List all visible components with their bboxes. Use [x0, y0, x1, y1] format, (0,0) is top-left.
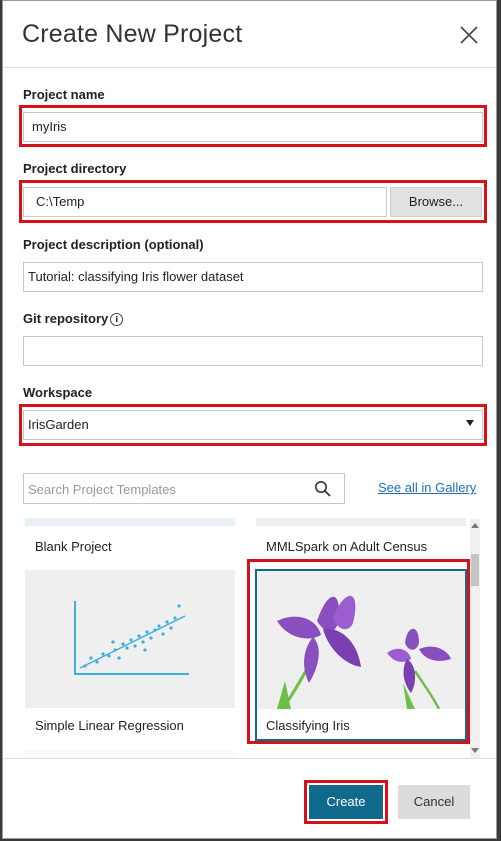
scroll-down-icon[interactable] [471, 748, 479, 754]
project-description-input[interactable]: Tutorial: classifying Iris flower datase… [23, 262, 483, 292]
project-directory-label: Project directory [23, 161, 127, 176]
template-label: Simple Linear Regression [35, 718, 184, 733]
close-icon[interactable] [457, 23, 481, 47]
template-card-simple-linear-regression[interactable]: Simple Linear Regression [25, 570, 235, 742]
dropdown-arrow-icon [466, 420, 474, 426]
dialog-title: Create New Project [22, 20, 243, 48]
template-search-placeholder: Search Project Templates [28, 482, 176, 497]
browse-button[interactable]: Browse... [390, 187, 482, 217]
template-thumbnail [256, 518, 466, 526]
template-card-partial [256, 750, 466, 758]
git-repository-input[interactable] [23, 336, 483, 366]
create-button[interactable]: Create [309, 785, 383, 819]
template-thumbnail [25, 518, 235, 526]
cancel-button[interactable]: Cancel [398, 785, 470, 819]
template-list: Blank Project MMLSpark on Adult Census S… [21, 518, 481, 758]
project-description-label: Project description (optional) [23, 237, 204, 252]
template-label: Blank Project [35, 539, 112, 554]
regression-thumbnail [25, 570, 235, 708]
search-icon[interactable] [314, 480, 332, 498]
footer-divider [3, 758, 496, 759]
project-name-label: Project name [23, 87, 105, 102]
template-card-classifying-iris[interactable]: Classifying Iris [255, 569, 467, 741]
see-all-in-gallery-link[interactable]: See all in Gallery [378, 480, 476, 495]
workspace-label: Workspace [23, 385, 93, 400]
project-directory-input[interactable]: C:\Temp [23, 187, 387, 217]
workspace-selected-value: IrisGarden [28, 417, 89, 432]
template-card-partial [25, 750, 235, 758]
workspace-select[interactable]: IrisGarden [23, 410, 483, 440]
template-scrollbar[interactable] [470, 519, 480, 759]
git-repository-label: Git repository i [23, 311, 124, 326]
iris-thumbnail [257, 571, 465, 709]
project-name-input[interactable]: myIris [23, 112, 483, 142]
template-search-input[interactable]: Search Project Templates [23, 473, 345, 504]
template-card-mmlspark[interactable]: MMLSpark on Adult Census [256, 518, 466, 563]
scroll-up-icon[interactable] [471, 522, 479, 528]
git-repository-label-text: Git repository [23, 311, 109, 326]
template-card-blank-project[interactable]: Blank Project [25, 518, 235, 563]
create-project-dialog: Create New Project Project name myIris P… [2, 0, 497, 839]
template-label: MMLSpark on Adult Census [266, 539, 428, 554]
scroll-thumb[interactable] [471, 554, 479, 586]
header-divider [3, 67, 496, 68]
info-icon[interactable]: i [110, 313, 124, 326]
template-label: Classifying Iris [266, 718, 350, 733]
